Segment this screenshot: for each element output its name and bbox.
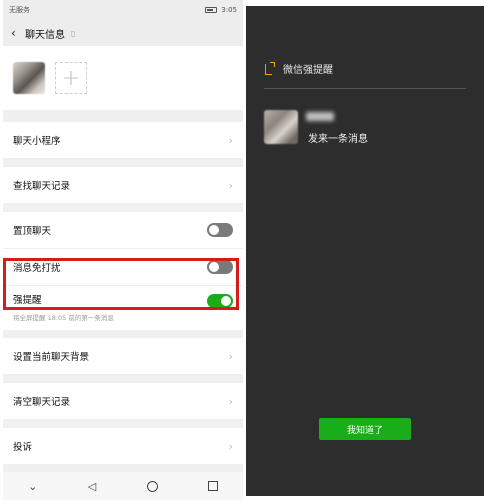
pin-chat-toggle[interactable] [207, 223, 233, 237]
back-arrow-icon[interactable]: ‹ [11, 26, 25, 40]
menu-label: 清空聊天记录 [13, 397, 71, 408]
chevron-right-icon: › [228, 133, 233, 147]
divider [264, 88, 466, 89]
mute-toggle[interactable] [207, 260, 233, 274]
nav-down-icon[interactable]: ⌄ [28, 480, 37, 493]
page-title: 聊天信息 [25, 29, 65, 41]
menu-label: 查找聊天记录 [13, 181, 71, 192]
system-nav-bar: ⌄ ◁ [3, 472, 243, 500]
menu-item-search-history[interactable]: 查找聊天记录 › [3, 167, 243, 204]
remind-header: 微信强提醒 [264, 61, 333, 76]
remind-header-title: 微信强提醒 [283, 65, 333, 76]
menu-item-pin-chat: 置顶聊天 [3, 212, 243, 249]
chevron-right-icon: › [228, 394, 233, 408]
strong-remind-toggle[interactable] [207, 294, 233, 308]
menu-label: 投诉 [13, 442, 33, 453]
chevron-right-icon: › [228, 178, 233, 192]
status-time: 3:05 [221, 6, 237, 14]
nav-recents-icon[interactable] [207, 481, 218, 491]
chat-info-screen: 无服务 3:05 ‹ 聊天信息 ▯ + 聊天小程序 › 查找聊天记录 › 置顶聊… [3, 0, 243, 500]
battery-icon [205, 7, 218, 13]
title-bar: ‹ 聊天信息 ▯ [3, 20, 243, 46]
menu-item-chat-background[interactable]: 设置当前聊天背景 › [3, 338, 243, 375]
menu-item-clear-history[interactable]: 清空聊天记录 › [3, 383, 243, 420]
acknowledge-button[interactable]: 我知道了 [319, 418, 411, 440]
carrier-text: 无服务 [9, 6, 30, 14]
sender-name-blurred [306, 112, 334, 121]
chevron-right-icon: › [228, 349, 233, 363]
remind-message: 发来一条消息 [308, 134, 368, 145]
nav-back-icon[interactable]: ◁ [88, 480, 96, 493]
status-bar: 无服务 3:05 [3, 0, 243, 20]
chevron-right-icon: › [228, 439, 233, 453]
member-avatar[interactable] [13, 62, 45, 94]
add-member-button[interactable]: + [55, 62, 87, 94]
bell-icon [264, 61, 275, 76]
title-status-icon: ▯ [71, 28, 76, 38]
menu-label: 设置当前聊天背景 [13, 352, 90, 363]
menu-label: 聊天小程序 [13, 136, 61, 147]
member-list: + [3, 46, 243, 110]
menu-item-report[interactable]: 投诉 › [3, 428, 243, 465]
menu-item-mute: 消息免打扰 [3, 249, 243, 286]
strong-remind-description: 将全屏提醒 18:05 前的第一条消息 [13, 314, 114, 322]
menu-label: 消息免打扰 [13, 263, 61, 274]
nav-home-icon[interactable] [146, 480, 158, 492]
strong-remind-title: 强提醒 [13, 295, 42, 306]
strong-remind-screen: 微信强提醒 发来一条消息 我知道了 [246, 6, 484, 496]
sender-avatar [264, 110, 298, 144]
menu-label: 置顶聊天 [13, 226, 52, 237]
menu-item-mini-program[interactable]: 聊天小程序 › [3, 122, 243, 159]
menu-item-strong-remind: 强提醒 将全屏提醒 18:05 前的第一条消息 [3, 286, 243, 330]
